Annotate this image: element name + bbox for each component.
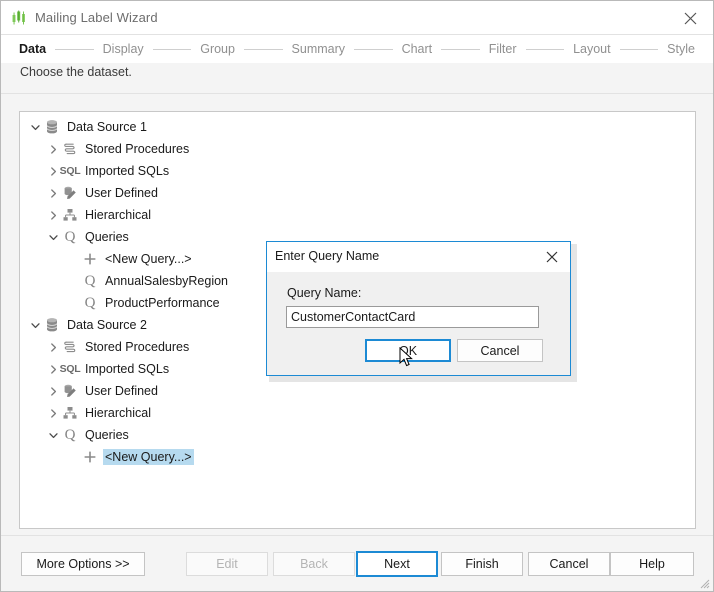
scroll-icon (60, 139, 80, 159)
step-connector (153, 49, 192, 50)
query-icon: Q (80, 271, 100, 291)
step-connector (441, 49, 480, 50)
tree-node-label: <New Query...> (103, 251, 194, 267)
title-bar: Mailing Label Wizard (1, 1, 713, 35)
help-button[interactable]: Help (610, 552, 694, 576)
tree-node[interactable]: Hierarchical (20, 204, 695, 226)
back-button[interactable]: Back (273, 552, 355, 576)
database-icon (42, 117, 62, 137)
user-defined-icon (60, 183, 80, 203)
dialog-title-bar: Enter Query Name (267, 242, 570, 272)
query-name-input[interactable] (286, 306, 539, 328)
scroll-icon (60, 337, 80, 357)
chevron-right-icon[interactable] (46, 138, 60, 160)
close-icon[interactable] (673, 5, 707, 31)
tree-node-label: Data Source 1 (65, 119, 149, 135)
twisty-spacer (66, 270, 80, 292)
chevron-down-icon[interactable] (46, 226, 60, 248)
dialog-body: Query Name: OK Cancel (267, 272, 570, 375)
tree-node-label: Hierarchical (83, 405, 153, 421)
step-data[interactable]: Data (19, 42, 46, 56)
step-filter[interactable]: Filter (489, 42, 517, 56)
tree-node[interactable]: Stored Procedures (20, 138, 695, 160)
window-title: Mailing Label Wizard (35, 10, 158, 25)
chevron-down-icon[interactable] (46, 424, 60, 446)
tree-node[interactable]: QQueries (20, 424, 695, 446)
dialog-close-icon[interactable] (538, 245, 566, 268)
tree-node-label: User Defined (83, 383, 160, 399)
tree-node[interactable]: SQLImported SQLs (20, 160, 695, 182)
twisty-spacer (66, 446, 80, 468)
chevron-down-icon[interactable] (28, 116, 42, 138)
edit-button[interactable]: Edit (186, 552, 268, 576)
resize-grip-icon[interactable] (698, 576, 710, 588)
query-icon: Q (80, 293, 100, 313)
bar-chart-icon (11, 9, 29, 27)
step-connector (620, 49, 659, 50)
tree-node-label: ProductPerformance (103, 295, 222, 311)
tree-node[interactable]: <New Query...> (20, 446, 695, 468)
tree-node-label: <New Query...> (103, 449, 194, 465)
finish-button[interactable]: Finish (441, 552, 523, 576)
step-connector (354, 49, 393, 50)
dialog-cancel-button[interactable]: Cancel (457, 339, 543, 362)
tree-node[interactable]: User Defined (20, 380, 695, 402)
chevron-down-icon[interactable] (28, 314, 42, 336)
chevron-right-icon[interactable] (46, 336, 60, 358)
header-divider (1, 93, 713, 94)
query-name-label: Query Name: (287, 286, 361, 300)
step-connector (244, 49, 283, 50)
tree-node-label: Stored Procedures (83, 339, 191, 355)
next-button[interactable]: Next (356, 551, 438, 577)
chevron-right-icon[interactable] (46, 358, 60, 380)
wizard-footer: More Options >> Edit Back Next Finish Ca… (1, 535, 713, 591)
tree-node-label: Stored Procedures (83, 141, 191, 157)
step-layout[interactable]: Layout (573, 42, 611, 56)
step-display[interactable]: Display (103, 42, 144, 56)
dialog-ok-button[interactable]: OK (365, 339, 451, 362)
tree-node-label: User Defined (83, 185, 160, 201)
twisty-spacer (66, 248, 80, 270)
tree-node[interactable]: Hierarchical (20, 402, 695, 424)
wizard-step-bar: Data Display Group Summary Chart Filter … (1, 35, 713, 63)
chevron-right-icon[interactable] (46, 182, 60, 204)
chevron-right-icon[interactable] (46, 380, 60, 402)
tree-node-label: Imported SQLs (83, 361, 171, 377)
sql-icon: SQL (60, 161, 80, 181)
plus-icon (80, 447, 100, 467)
step-connector (526, 49, 565, 50)
step-connector (55, 49, 94, 50)
database-icon (42, 315, 62, 335)
chevron-right-icon[interactable] (46, 160, 60, 182)
enter-query-name-dialog: Enter Query Name Query Name: OK Cancel (266, 241, 571, 376)
hierarchy-icon (60, 403, 80, 423)
tree-node-label: AnnualSalesbyRegion (103, 273, 230, 289)
step-summary[interactable]: Summary (292, 42, 345, 56)
query-icon: Q (60, 227, 80, 247)
chevron-right-icon[interactable] (46, 402, 60, 424)
more-options-button[interactable]: More Options >> (21, 552, 145, 576)
tree-node-label: Queries (83, 229, 131, 245)
page-subtitle: Choose the dataset. (20, 65, 132, 79)
dialog-title: Enter Query Name (275, 249, 379, 263)
cancel-button[interactable]: Cancel (528, 552, 610, 576)
tree-node-label: Queries (83, 427, 131, 443)
hierarchy-icon (60, 205, 80, 225)
plus-icon (80, 249, 100, 269)
tree-node-label: Imported SQLs (83, 163, 171, 179)
step-style[interactable]: Style (667, 42, 695, 56)
tree-node[interactable]: Data Source 1 (20, 116, 695, 138)
mailing-label-wizard-window: Mailing Label Wizard Data Display Group … (0, 0, 714, 592)
tree-node-label: Data Source 2 (65, 317, 149, 333)
tree-node[interactable]: User Defined (20, 182, 695, 204)
tree-node-label: Hierarchical (83, 207, 153, 223)
step-group[interactable]: Group (200, 42, 235, 56)
twisty-spacer (66, 292, 80, 314)
step-chart[interactable]: Chart (402, 42, 433, 56)
user-defined-icon (60, 381, 80, 401)
chevron-right-icon[interactable] (46, 204, 60, 226)
sql-icon: SQL (60, 359, 80, 379)
query-icon: Q (60, 425, 80, 445)
